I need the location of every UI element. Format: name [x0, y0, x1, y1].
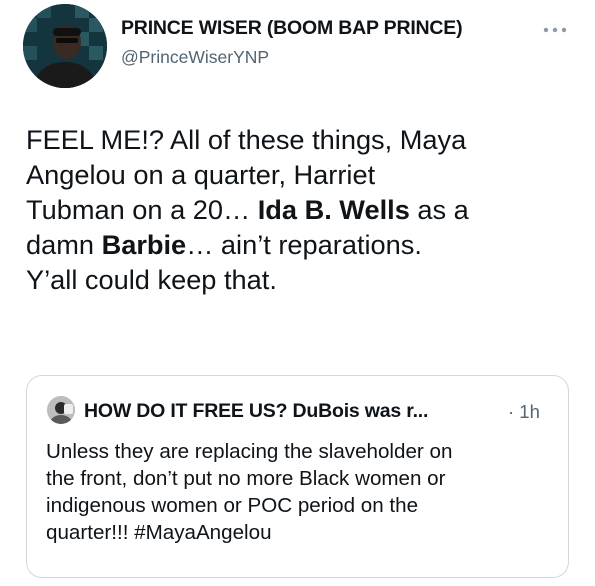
quoted-tweet-text-line: Unless they are replacing the slaveholde… [46, 440, 453, 463]
tweet-text-run: Y’all could keep that. [26, 264, 277, 295]
tweet-text-line: Y’all could keep that. [26, 262, 586, 297]
quoted-tweet-text-line: quarter!!! #MayaAngelou [46, 521, 272, 544]
author-avatar[interactable] [23, 4, 107, 88]
tweet-text-run: damn [26, 229, 102, 260]
quoted-tweet-text-line: the front, don’t put no more Black women… [46, 467, 446, 490]
tweet-text: FEEL ME!? All of these things, Maya Angel… [26, 122, 586, 297]
quoted-tweet-time[interactable]: · 1h [508, 401, 540, 423]
tweet-text-line: Tubman on a 20… Ida B. Wells as a [26, 192, 586, 227]
user-avatar-icon [23, 4, 107, 88]
tweet-text-run: as a [409, 194, 469, 225]
quoted-tweet-text-line: indigenous women or POC period on the [46, 494, 419, 517]
tweet-text-bold: Ida B. Wells [257, 194, 410, 225]
tweet-text-line: Angelou on a quarter, Harriet [26, 157, 586, 192]
quoted-tweet[interactable]: HOW DO IT FREE US? DuBois was r... · 1h … [26, 375, 569, 578]
quoted-tweet-text: Unless they are replacing the slaveholde… [46, 438, 556, 546]
author-handle[interactable]: @PrinceWiserYNP [121, 47, 269, 68]
tweet-text-run: … ain’t reparations. [186, 229, 422, 260]
tweet-text-line: FEEL ME!? All of these things, Maya [26, 122, 586, 157]
tweet-text-run: FEEL ME!? All of these things, Maya [26, 124, 467, 155]
user-avatar-icon [47, 396, 75, 424]
tweet-text-line: damn Barbie… ain’t reparations. [26, 227, 586, 262]
quoted-author-avatar[interactable] [47, 396, 75, 424]
tweet-text-bold: Barbie [101, 229, 187, 260]
author-display-name[interactable]: PRINCE WISER (BOOM BAP PRINCE) [121, 17, 463, 40]
quoted-author-name[interactable]: HOW DO IT FREE US? DuBois was r... [84, 400, 428, 423]
more-options-icon[interactable] [541, 25, 569, 35]
tweet-text-run: Angelou on a quarter, Harriet [26, 159, 376, 190]
tweet-text-run: Tubman on a 20… [26, 194, 258, 225]
